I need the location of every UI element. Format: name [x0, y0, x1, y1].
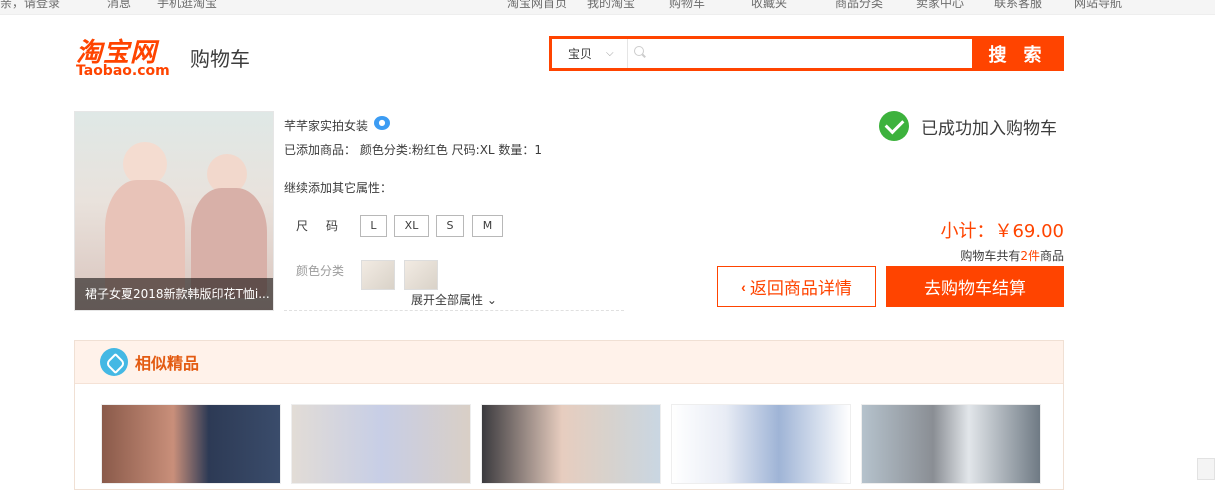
page-title: 购物车 — [190, 47, 250, 71]
back-button-label: 返回商品详情 — [749, 279, 852, 298]
cart-link[interactable]: 购物车 — [669, 0, 705, 11]
search-bar: 宝贝 ⌵ 搜 索 — [549, 36, 1064, 71]
expand-all-attributes[interactable]: 展开全部属性 ⌄ — [284, 291, 624, 311]
expand-label: 展开全部属性 — [411, 293, 484, 307]
site-nav-link[interactable]: 网站导航 — [1074, 0, 1122, 11]
chevron-left-icon: ‹ — [741, 278, 746, 295]
similar-products-title: 相似精品 — [135, 354, 200, 373]
color-swatch-1[interactable] — [361, 260, 395, 290]
go-to-cart-checkout-button[interactable]: 去购物车结算 — [886, 266, 1064, 307]
shop-name[interactable]: 芊芊家实拍女装 — [284, 117, 368, 134]
search-icon — [634, 46, 644, 56]
taobao-home-link[interactable]: 淘宝网首页 — [507, 0, 567, 11]
size-option-xl[interactable]: XL — [394, 215, 429, 237]
size-option-s[interactable]: S — [436, 215, 464, 237]
shop-level-badge-icon: ● — [374, 116, 390, 130]
success-text: 已成功加入购物车 — [921, 118, 1057, 139]
search-button[interactable]: 搜 索 — [972, 36, 1064, 71]
page-header: 淘宝网 Taobao.com 购物车 宝贝 ⌵ 搜 索 — [0, 16, 1215, 101]
logo-english: Taobao.com — [76, 63, 170, 79]
cart-count-number: 2件 — [1020, 249, 1040, 263]
similar-products-header: 相似精品 — [75, 341, 1063, 384]
chevron-down-icon: ⌵ — [606, 48, 614, 59]
site-top-nav: 亲，请登录 消息 手机逛淘宝 淘宝网首页 我的淘宝 购物车 收藏夹 商品分类 卖… — [0, 0, 1215, 15]
added-item-summary: 已添加商品： 颜色分类:粉红色 尺码:XL 数量：1 — [284, 143, 543, 157]
continue-add-label: 继续添加其它属性： — [284, 181, 393, 195]
success-message: 已成功加入购物车 — [879, 111, 1057, 141]
cart-count: 购物车共有2件商品 — [880, 247, 1064, 264]
cart-count-prefix: 购物车共有 — [960, 249, 1021, 263]
my-taobao-link[interactable]: 我的淘宝 — [587, 0, 635, 11]
login-link[interactable]: 亲，请登录 — [0, 0, 60, 11]
subtotal: 小计：￥69.00 — [940, 221, 1064, 242]
similar-product-thumb-3[interactable] — [481, 404, 661, 484]
message-link[interactable]: 消息 — [107, 0, 131, 11]
back-to-product-button[interactable]: ‹ 返回商品详情 — [717, 266, 876, 307]
similar-product-thumb-4[interactable] — [671, 404, 851, 484]
contact-service-link[interactable]: 联系客服 — [994, 0, 1042, 11]
mobile-taobao-link[interactable]: 手机逛淘宝 — [157, 0, 217, 11]
product-image-caption: 裙子女夏2018新款韩版印花T恤i... — [75, 278, 273, 310]
chevron-down-icon: ⌄ — [486, 293, 497, 307]
tag-icon — [100, 348, 128, 376]
cart-count-suffix: 商品 — [1039, 249, 1064, 263]
size-option-m[interactable]: M — [472, 215, 503, 237]
similar-product-thumb-2[interactable] — [291, 404, 471, 484]
seller-center-link[interactable]: 卖家中心 — [916, 0, 964, 11]
categories-link[interactable]: 商品分类 — [835, 0, 883, 11]
color-swatch-2[interactable] — [404, 260, 438, 290]
size-label: 尺码 — [296, 219, 357, 233]
color-label: 颜色分类 — [296, 264, 345, 278]
size-option-l[interactable]: L — [360, 215, 387, 237]
check-circle-icon — [879, 111, 909, 141]
search-input[interactable] — [628, 39, 972, 68]
similar-product-thumb-1[interactable] — [101, 404, 281, 484]
search-category-select[interactable]: 宝贝 ⌵ — [552, 39, 628, 68]
favorites-link[interactable]: 收藏夹 — [751, 0, 787, 11]
product-image[interactable]: 裙子女夏2018新款韩版印花T恤i... — [74, 111, 274, 311]
similar-product-thumb-5[interactable] — [861, 404, 1041, 484]
scroll-to-top-button[interactable] — [1197, 458, 1215, 480]
search-category-value: 宝贝 — [568, 47, 593, 61]
